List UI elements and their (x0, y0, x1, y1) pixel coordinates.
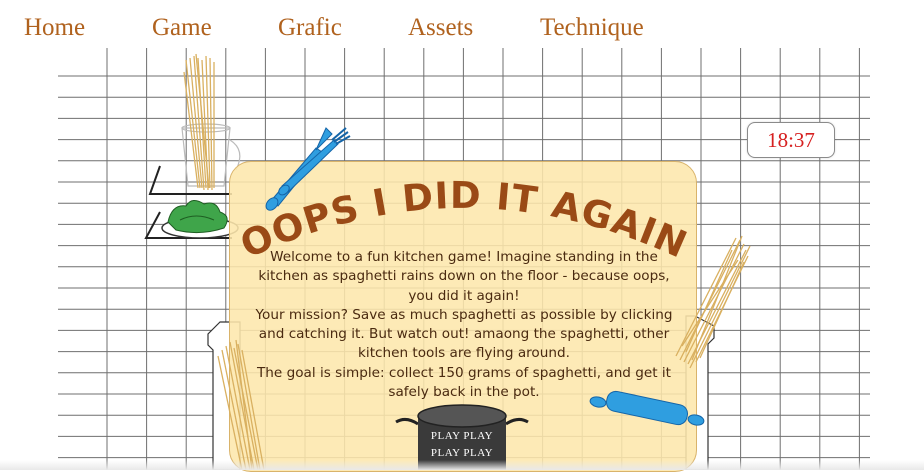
intro-paragraph: Welcome to a fun kitchen game! Imagine s… (258, 249, 670, 304)
intro-text: Welcome to a fun kitchen game! Imagine s… (251, 248, 677, 402)
intro-paragraph: The goal is simple: collect 150 grams of… (256, 364, 672, 401)
bottom-edge (0, 460, 924, 470)
play-label: PLAY PLAY (430, 430, 494, 442)
intro-paragraph: Your mission? Save as much spaghetti as … (255, 306, 673, 362)
spaghetti-bundle-icon (183, 53, 215, 191)
lettuce-icon (161, 200, 239, 239)
play-button[interactable]: PLAY PLAY PLAY PLAY (418, 428, 506, 462)
